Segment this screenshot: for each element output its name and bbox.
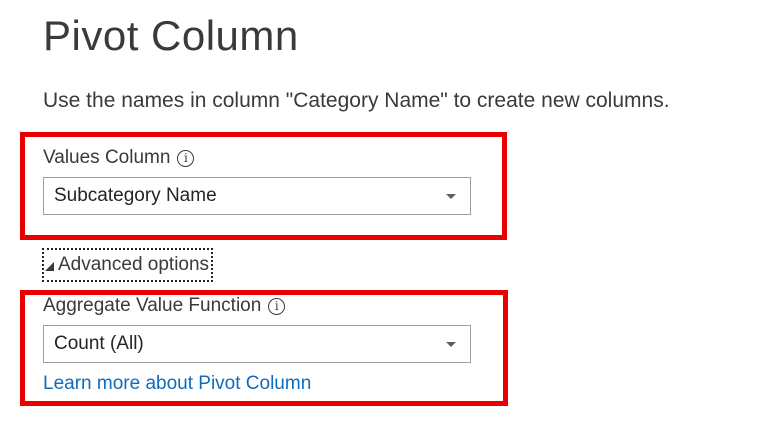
values-column-dropdown[interactable]: Subcategory Name [43, 177, 471, 215]
info-icon[interactable]: i [177, 149, 195, 167]
aggregate-function-dropdown[interactable]: Count (All) [43, 325, 471, 363]
chevron-down-icon [446, 194, 456, 199]
values-column-selected-value: Subcategory Name [54, 185, 217, 206]
chevron-down-icon [446, 342, 456, 347]
aggregate-function-label-text: Aggregate Value Function [43, 295, 262, 316]
learn-more-link[interactable]: Learn more about Pivot Column [43, 372, 311, 396]
aggregate-function-label: Aggregate Value Function i [43, 294, 286, 318]
aggregate-function-selected-value: Count (All) [54, 333, 144, 354]
expanded-triangle-icon [45, 262, 54, 271]
values-column-label: Values Column i [43, 146, 195, 170]
dialog-title: Pivot Column [43, 12, 299, 59]
values-column-label-text: Values Column [43, 147, 171, 168]
dialog-description: Use the names in column "Category Name" … [43, 89, 670, 112]
advanced-options-label: Advanced options [58, 254, 210, 275]
advanced-options-toggle[interactable]: Advanced options [42, 248, 214, 282]
info-icon[interactable]: i [268, 297, 286, 315]
